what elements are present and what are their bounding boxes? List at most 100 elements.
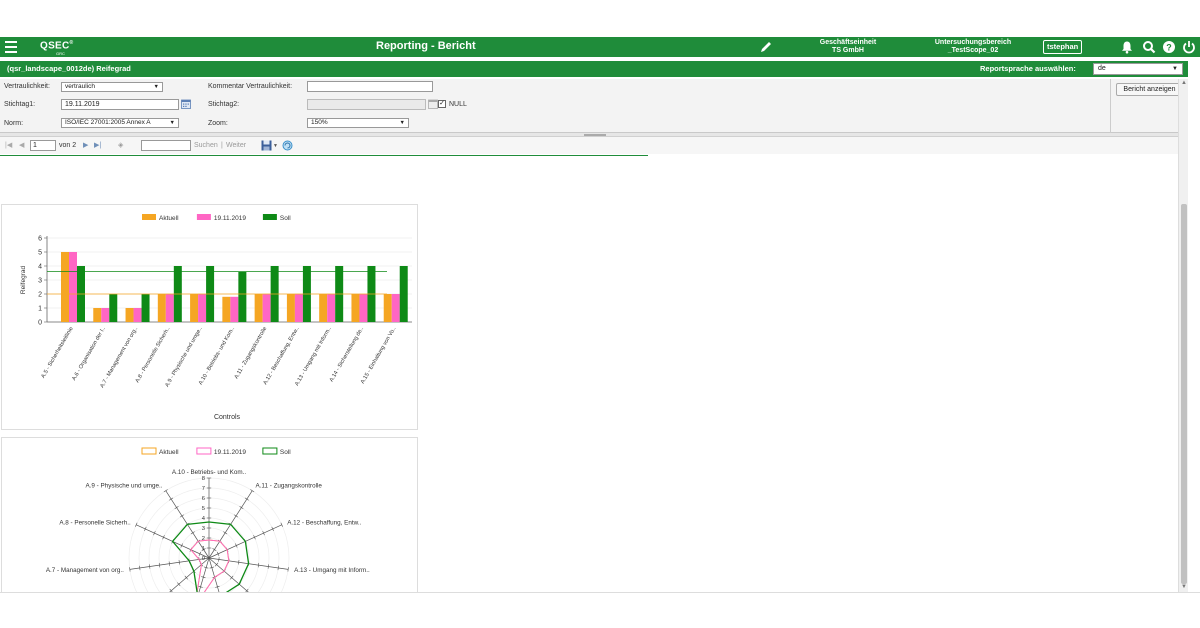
radar-tick-label: 7 <box>202 486 205 492</box>
report-content: Aktuell 19.11.2019 Soll 0 1 2 3 4 5 6 A.5 - Sicher… <box>0 157 1188 592</box>
y-tick-label: 6 <box>38 236 42 243</box>
language-select[interactable]: de ▼ <box>1093 63 1183 75</box>
qsec-app-window: QSEC® GRC Reporting - Bericht Geschäftse… <box>0 37 1200 593</box>
back-icon[interactable]: ◈ <box>118 141 123 149</box>
calendar-icon[interactable] <box>181 99 191 109</box>
radar-tick <box>174 506 179 509</box>
chevron-down-icon[interactable]: ▼ <box>273 143 278 149</box>
find-next-link[interactable]: Weiter <box>226 142 246 149</box>
vertical-scrollbar[interactable]: ▲ ▼ <box>1178 79 1188 592</box>
previous-page-icon[interactable]: ◀ <box>19 141 24 149</box>
null-checkbox[interactable]: ✓ <box>438 100 446 108</box>
pencil-icon[interactable] <box>759 40 773 54</box>
bar <box>69 252 77 322</box>
radar-tick <box>212 548 217 552</box>
menu-icon[interactable] <box>5 41 17 53</box>
scope-value: _TestScope_02 <box>947 47 999 54</box>
bar <box>327 294 336 322</box>
x-tick-label: A.11 - Zugangskontrolle <box>234 326 269 380</box>
business-unit-value: TS GmbH <box>832 47 864 54</box>
x-tick-label: A.12 - Beschaffung, Entw.. <box>263 326 301 386</box>
user-button[interactable]: tstephan <box>1043 40 1083 54</box>
zoom-label: Zoom: <box>208 120 228 127</box>
radar-tick <box>234 514 239 518</box>
report-title-bar: (qsr_landscape_0012de) Reifegrad Reports… <box>0 61 1188 77</box>
search-icon[interactable] <box>1142 40 1156 54</box>
logo-subtitle: GRC <box>56 51 65 56</box>
date1-input[interactable]: 19.11.2019 <box>61 99 179 110</box>
radar-tick <box>238 560 240 565</box>
comment-input[interactable] <box>307 81 433 92</box>
export-icon[interactable] <box>261 140 272 151</box>
zoom-select[interactable]: 150% ▼ <box>307 118 409 128</box>
radar-axis-label: A.12 - Beschaffung, Entw.. <box>287 519 361 526</box>
chevron-down-icon: ▼ <box>1172 66 1178 72</box>
bar-chart-panel: Aktuell 19.11.2019 Soll 0 1 2 3 4 5 6 A.5 - Sicher… <box>1 204 418 430</box>
norm-select[interactable]: ISO/IEC 27001:2005 Annex A ▼ <box>61 118 179 128</box>
scroll-up-icon[interactable]: ▲ <box>1181 80 1187 86</box>
bar <box>141 294 150 322</box>
divider <box>0 155 648 156</box>
last-page-icon[interactable]: ▶| <box>94 141 101 149</box>
radar-tick-label: 8 <box>202 476 205 482</box>
bar <box>125 308 134 322</box>
y-tick-label: 1 <box>38 306 42 313</box>
confidentiality-value: vertraulich <box>65 83 95 90</box>
comment-label: Kommentar Vertraulichkeit: <box>208 83 293 90</box>
legend-label: 19.11.2019 <box>214 215 246 222</box>
chevron-down-icon: ▼ <box>169 120 175 126</box>
radar-chart-panel: Aktuell 19.11.2019 Soll A.10 - Betriebs- un… <box>1 437 418 592</box>
business-unit[interactable]: Geschäftseinheit TS GmbH <box>800 39 896 55</box>
bar <box>286 294 295 322</box>
radar-tick <box>169 497 174 501</box>
chevron-down-icon: ▼ <box>399 120 405 126</box>
x-axis-title: Controls <box>214 414 241 421</box>
x-tick-label: A.6 - Organisation der I.. <box>71 326 107 382</box>
confidentiality-select[interactable]: vertraulich ▼ <box>61 82 163 92</box>
first-page-icon[interactable]: |◀ <box>5 141 12 149</box>
date2-input[interactable] <box>307 99 426 110</box>
radar-tick <box>287 567 289 572</box>
find-link[interactable]: Suchen <box>194 142 218 149</box>
zoom-value: 150% <box>311 119 328 126</box>
bar <box>319 294 328 322</box>
scope[interactable]: Untersuchungsbereich _TestScope_02 <box>920 39 1026 55</box>
help-icon[interactable]: ? <box>1162 40 1176 54</box>
divider <box>1110 79 1111 133</box>
next-page-icon[interactable]: ▶ <box>83 141 88 149</box>
report-id: (qsr_landscape_0012de) <box>7 64 95 73</box>
scroll-down-icon[interactable]: ▼ <box>1181 584 1187 590</box>
y-tick-label: 2 <box>38 292 42 299</box>
bell-icon[interactable] <box>1120 40 1134 54</box>
radar-tick <box>244 497 249 501</box>
bar <box>101 308 110 322</box>
radar-tick-label: 5 <box>202 506 205 512</box>
find-input[interactable] <box>141 140 191 151</box>
refresh-icon[interactable] <box>282 140 293 151</box>
page: QSEC® GRC Reporting - Bericht Geschäftse… <box>0 0 1200 628</box>
language-label: Reportsprache auswählen: <box>980 64 1076 73</box>
report-title: (qsr_landscape_0012de) Reifegrad <box>7 64 131 73</box>
radar-tick <box>267 564 269 569</box>
radar-tick-label: 6 <box>202 496 205 502</box>
bar <box>391 294 400 322</box>
radar-tick <box>168 561 171 566</box>
radar-tick <box>277 565 279 571</box>
qsec-logo[interactable]: QSEC® <box>40 40 74 51</box>
logout-icon[interactable] <box>1182 40 1196 54</box>
show-report-button[interactable]: Bericht anzeigen <box>1116 83 1183 96</box>
page-number-input[interactable]: 1 <box>30 140 56 151</box>
top-header: QSEC® GRC Reporting - Bericht Geschäftse… <box>0 37 1200 57</box>
svg-text:?: ? <box>1166 42 1172 52</box>
calendar-icon[interactable] <box>428 99 438 109</box>
radar-axis-label: A.10 - Betriebs- und Kom.. <box>172 469 246 476</box>
chevron-down-icon: ▼ <box>153 84 159 90</box>
legend-label: Aktuell <box>159 215 179 222</box>
bar <box>133 308 142 322</box>
radar-chart: Aktuell 19.11.2019 Soll A.10 - Betriebs- un… <box>46 447 370 592</box>
scrollbar-thumb[interactable] <box>1181 204 1187 584</box>
x-tick-label: A.13 - Umgang mit Inform.. <box>294 326 333 388</box>
legend-swatch <box>196 214 211 220</box>
page-count: von 2 <box>59 142 77 149</box>
radar-axis-label: A.9 - Physische und umge.. <box>85 483 162 490</box>
